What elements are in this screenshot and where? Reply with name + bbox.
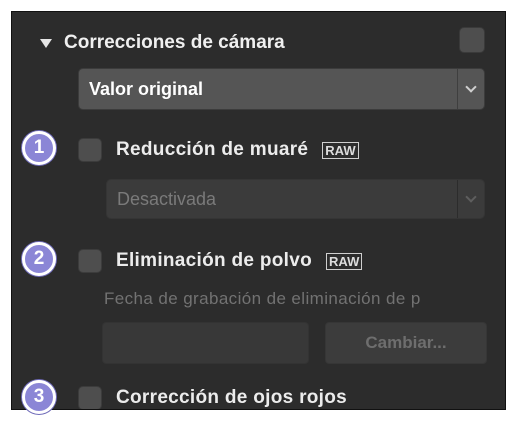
moire-select-arrow[interactable] [457, 180, 484, 218]
dust-row: Eliminación de polvo RAW [78, 249, 363, 273]
redeye-row: Corrección de ojos rojos [78, 386, 348, 409]
section-header[interactable]: Correcciones de cámara [40, 32, 285, 54]
dust-record-date-label: Fecha de grabación de eliminación de p [104, 289, 421, 308]
chevron-down-icon [465, 191, 477, 203]
section-title: Correcciones de cámara [64, 32, 285, 53]
chevron-down-icon [465, 81, 477, 93]
moire-checkbox[interactable] [78, 138, 102, 162]
dust-date-field [102, 322, 309, 364]
change-button[interactable]: Cambiar... [325, 322, 487, 364]
collapse-triangle-icon[interactable] [40, 38, 52, 48]
moire-row: Reducción de muaré RAW [78, 138, 359, 162]
moire-raw-badge: RAW [322, 141, 359, 159]
callout-2: 2 [22, 242, 56, 276]
camera-corrections-panel: Correcciones de cámara Valor original Re… [11, 11, 506, 410]
callout-1: 1 [22, 131, 56, 165]
dust-raw-badge: RAW [326, 252, 363, 270]
redeye-label: Corrección de ojos rojos [116, 387, 348, 408]
section-enable-checkbox[interactable] [459, 27, 485, 53]
dust-checkbox[interactable] [78, 249, 102, 273]
preset-select-value: Valor original [89, 78, 204, 99]
moire-label: Reducción de muaré [116, 139, 309, 160]
dust-label: Eliminación de polvo [116, 250, 313, 271]
moire-select-value: Desactivada [117, 188, 217, 209]
redeye-checkbox[interactable] [78, 386, 102, 409]
callout-3: 3 [22, 380, 56, 414]
preset-select[interactable]: Valor original [78, 68, 485, 110]
preset-select-arrow[interactable] [457, 69, 484, 109]
moire-select[interactable]: Desactivada [106, 179, 485, 219]
